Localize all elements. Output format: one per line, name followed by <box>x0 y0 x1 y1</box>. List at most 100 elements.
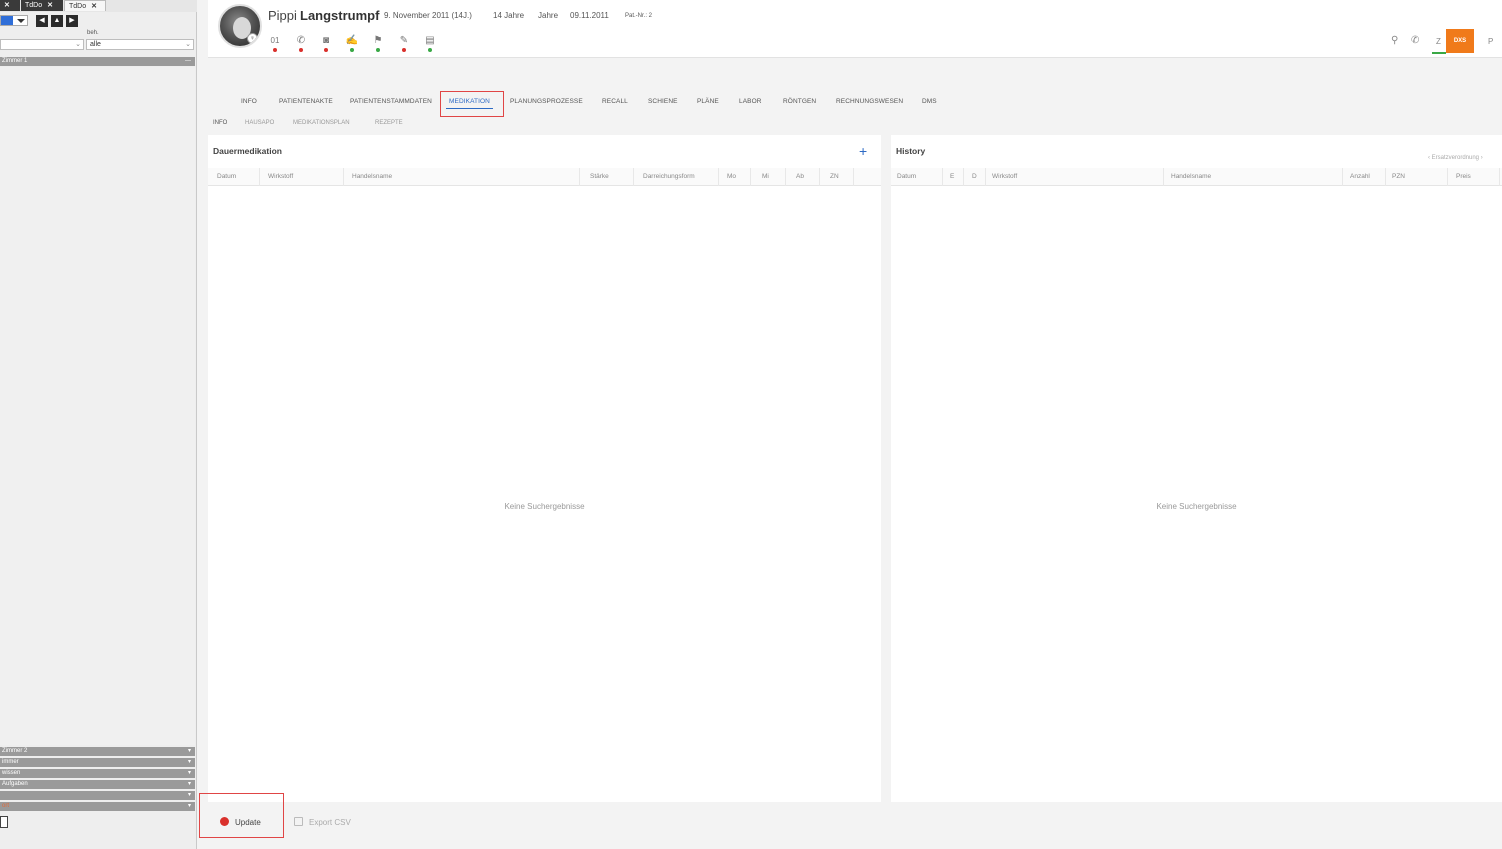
column-header[interactable]: Stärke <box>586 168 634 186</box>
sidebar-tab-label: TdDo <box>25 2 43 9</box>
chevron-down-icon <box>17 19 25 23</box>
group-label: ort <box>2 803 10 809</box>
icon-glyph: ✍ <box>345 35 359 46</box>
export-icon <box>294 817 303 826</box>
icon-glyph: ◙ <box>322 35 330 46</box>
patient-birthdate: 9. November 2011 (14J.) <box>384 11 472 20</box>
tab-roentgen[interactable]: RÖNTGEN <box>783 98 816 105</box>
pin-icon[interactable]: ⚲ <box>1391 35 1398 46</box>
column-header[interactable]: Anzahl <box>1346 168 1386 186</box>
highlight-box-medikation <box>440 91 504 117</box>
column-header[interactable]: Wirkstoff <box>264 168 344 186</box>
tab-schiene[interactable]: SCHIENE <box>648 98 678 105</box>
column-header[interactable]: D <box>968 168 986 186</box>
sidebar-tab-3[interactable]: TdDo ✕ <box>64 0 106 11</box>
column-header[interactable]: Darreichungsform <box>639 168 719 186</box>
subtab-medikationsplan[interactable]: MEDIKATIONSPLAN <box>293 120 350 126</box>
column-header[interactable]: Handelsname <box>1167 168 1343 186</box>
tab-patientenstammdaten[interactable]: PATIENTENSTAMMDATEN <box>350 98 432 105</box>
chevron-down-icon[interactable]: ▾ <box>188 747 191 756</box>
sidebar-group-header[interactable]: Zimmer 1 — <box>0 57 195 66</box>
tab-rechnungswesen[interactable]: RECHNUNGSWESEN <box>836 98 903 105</box>
document-icon[interactable]: ▤ <box>423 34 437 52</box>
subtab-hausapo[interactable]: HAUSAPO <box>245 120 274 126</box>
sidebar-filter-select[interactable]: alle ⌄ <box>86 39 194 50</box>
sidebar-group-header[interactable]: immer ▾ <box>0 758 195 767</box>
sidebar-tab-2[interactable]: TdDo ✕ <box>21 0 63 11</box>
up-icon[interactable]: ▲ <box>51 15 63 27</box>
sidebar-group-header[interactable]: Aufgaben ▾ <box>0 780 195 789</box>
close-icon[interactable]: ✕ <box>91 3 97 10</box>
tab-dms[interactable]: DMS <box>922 98 937 105</box>
sidebar-tab-1[interactable]: ✕ <box>0 0 20 11</box>
sidebar: ✕ TdDo ✕ TdDo ✕ ◀ ▲ ▶ beh. ⌄ alle ⌄ Zimm… <box>0 0 197 849</box>
column-header[interactable]: Datum <box>213 168 260 186</box>
patient-age-unit: Jahre <box>538 11 559 20</box>
chevron-down-icon[interactable]: ▾ <box>188 769 191 778</box>
close-icon[interactable]: ✕ <box>47 2 53 9</box>
p-button[interactable]: P <box>1488 37 1493 46</box>
column-header[interactable]: ZN <box>826 168 854 186</box>
sidebar-toolbar: ◀ ▲ ▶ <box>0 14 197 28</box>
patient-number: Pat.-Nr.: 2 <box>625 13 653 19</box>
tab-labor[interactable]: LABOR <box>739 98 762 105</box>
column-header[interactable]: E <box>946 168 964 186</box>
chevron-down-icon: ⌄ <box>185 41 191 48</box>
status-dot-red <box>324 48 328 52</box>
export-csv-button[interactable]: Export CSV <box>294 814 351 832</box>
sidebar-group-header[interactable]: ▾ <box>0 791 195 800</box>
flag-icon[interactable]: ⚑ <box>371 34 385 52</box>
avatar[interactable]: ♀ <box>218 4 262 48</box>
tab-info[interactable]: INFO <box>241 98 257 105</box>
chevron-down-icon: ⌄ <box>75 41 81 48</box>
pen-icon[interactable]: ✎ <box>397 34 411 52</box>
panel-title: History <box>896 146 926 156</box>
column-header[interactable]: Ab <box>792 168 820 186</box>
chevron-down-icon[interactable]: ▾ <box>188 802 191 811</box>
app-window: ✕ TdDo ✕ TdDo ✕ ◀ ▲ ▶ beh. ⌄ alle ⌄ Zimm… <box>0 0 1502 849</box>
next-icon[interactable]: ▶ <box>66 15 78 27</box>
chevron-down-icon[interactable]: ▾ <box>188 791 191 800</box>
chevron-down-icon[interactable]: ▾ <box>188 780 191 789</box>
sidebar-group-header[interactable]: wissen ▾ <box>0 769 195 778</box>
column-header[interactable]: Datum <box>893 168 943 186</box>
prev-icon[interactable]: ◀ <box>36 15 48 27</box>
patient-last-name: Langstrumpf <box>300 8 380 23</box>
tab-plaene[interactable]: PLÄNE <box>697 98 719 105</box>
number-01-icon[interactable]: 01 <box>268 34 282 52</box>
signature-icon[interactable]: ✍ <box>345 34 359 52</box>
sidebar-tabstrip: ✕ TdDo ✕ TdDo ✕ <box>0 0 197 12</box>
export-label: Export CSV <box>309 818 351 827</box>
column-header[interactable]: Wirkstoff <box>988 168 1164 186</box>
column-header[interactable]: Mi <box>758 168 786 186</box>
close-icon[interactable]: ✕ <box>4 2 10 9</box>
card-icon[interactable]: ◙ <box>319 34 333 52</box>
settings-icon[interactable] <box>0 816 8 828</box>
table-header: Datum E D Wirkstoff Handelsname Anzahl P… <box>891 168 1502 186</box>
phone-icon[interactable]: ✆ <box>294 34 308 52</box>
ersatzverordnung-toggle[interactable]: ‹ Ersatzverordnung › <box>1428 155 1483 161</box>
column-header[interactable]: Preis <box>1452 168 1500 186</box>
column-header[interactable]: Mo <box>723 168 751 186</box>
subtab-rezepte[interactable]: REZEPTE <box>375 120 403 126</box>
tab-recall[interactable]: RECALL <box>602 98 628 105</box>
add-icon[interactable]: + <box>859 143 867 159</box>
sidebar-group-header[interactable]: ort ▾ <box>0 802 195 811</box>
z-button[interactable]: Z <box>1436 37 1441 46</box>
sidebar-combo-left[interactable]: ⌄ <box>0 39 84 50</box>
gender-female-icon: ♀ <box>247 33 258 44</box>
highlight-box-update <box>199 793 284 838</box>
view-select[interactable] <box>0 15 28 26</box>
chevron-down-icon[interactable]: ▾ <box>188 758 191 767</box>
filter-label: beh. <box>87 30 99 36</box>
tab-planungsprozesse[interactable]: PLANUNGSPROZESSE <box>510 98 583 105</box>
subtab-info[interactable]: INFO <box>213 120 227 126</box>
column-header[interactable]: Handelsname <box>348 168 580 186</box>
tab-patientenakte[interactable]: PATIENTENAKTE <box>279 98 333 105</box>
icon-glyph: ▤ <box>425 35 435 46</box>
sidebar-group-header[interactable]: Zimmer 2 ▾ <box>0 747 195 756</box>
dxs-button[interactable]: DXS <box>1446 29 1474 53</box>
phone-icon[interactable]: ✆ <box>1411 35 1419 46</box>
column-header[interactable]: PZN <box>1388 168 1448 186</box>
collapse-icon[interactable]: — <box>185 57 191 66</box>
